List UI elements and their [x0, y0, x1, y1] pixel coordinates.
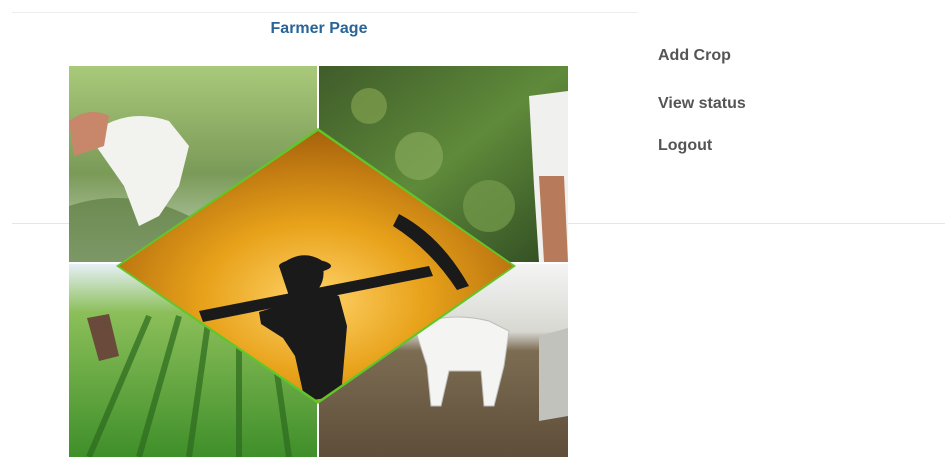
nav-logout-link[interactable]: Logout [658, 137, 712, 155]
farmer-collage-image [69, 66, 568, 457]
page-title: Farmer Page [270, 20, 368, 37]
farmer-page: Farmer Page Add Crop View status Logout [0, 0, 945, 457]
nav-view-status-link[interactable]: View status [658, 95, 746, 113]
nav-add-crop-link[interactable]: Add Crop [658, 47, 731, 65]
top-divider [12, 12, 638, 13]
